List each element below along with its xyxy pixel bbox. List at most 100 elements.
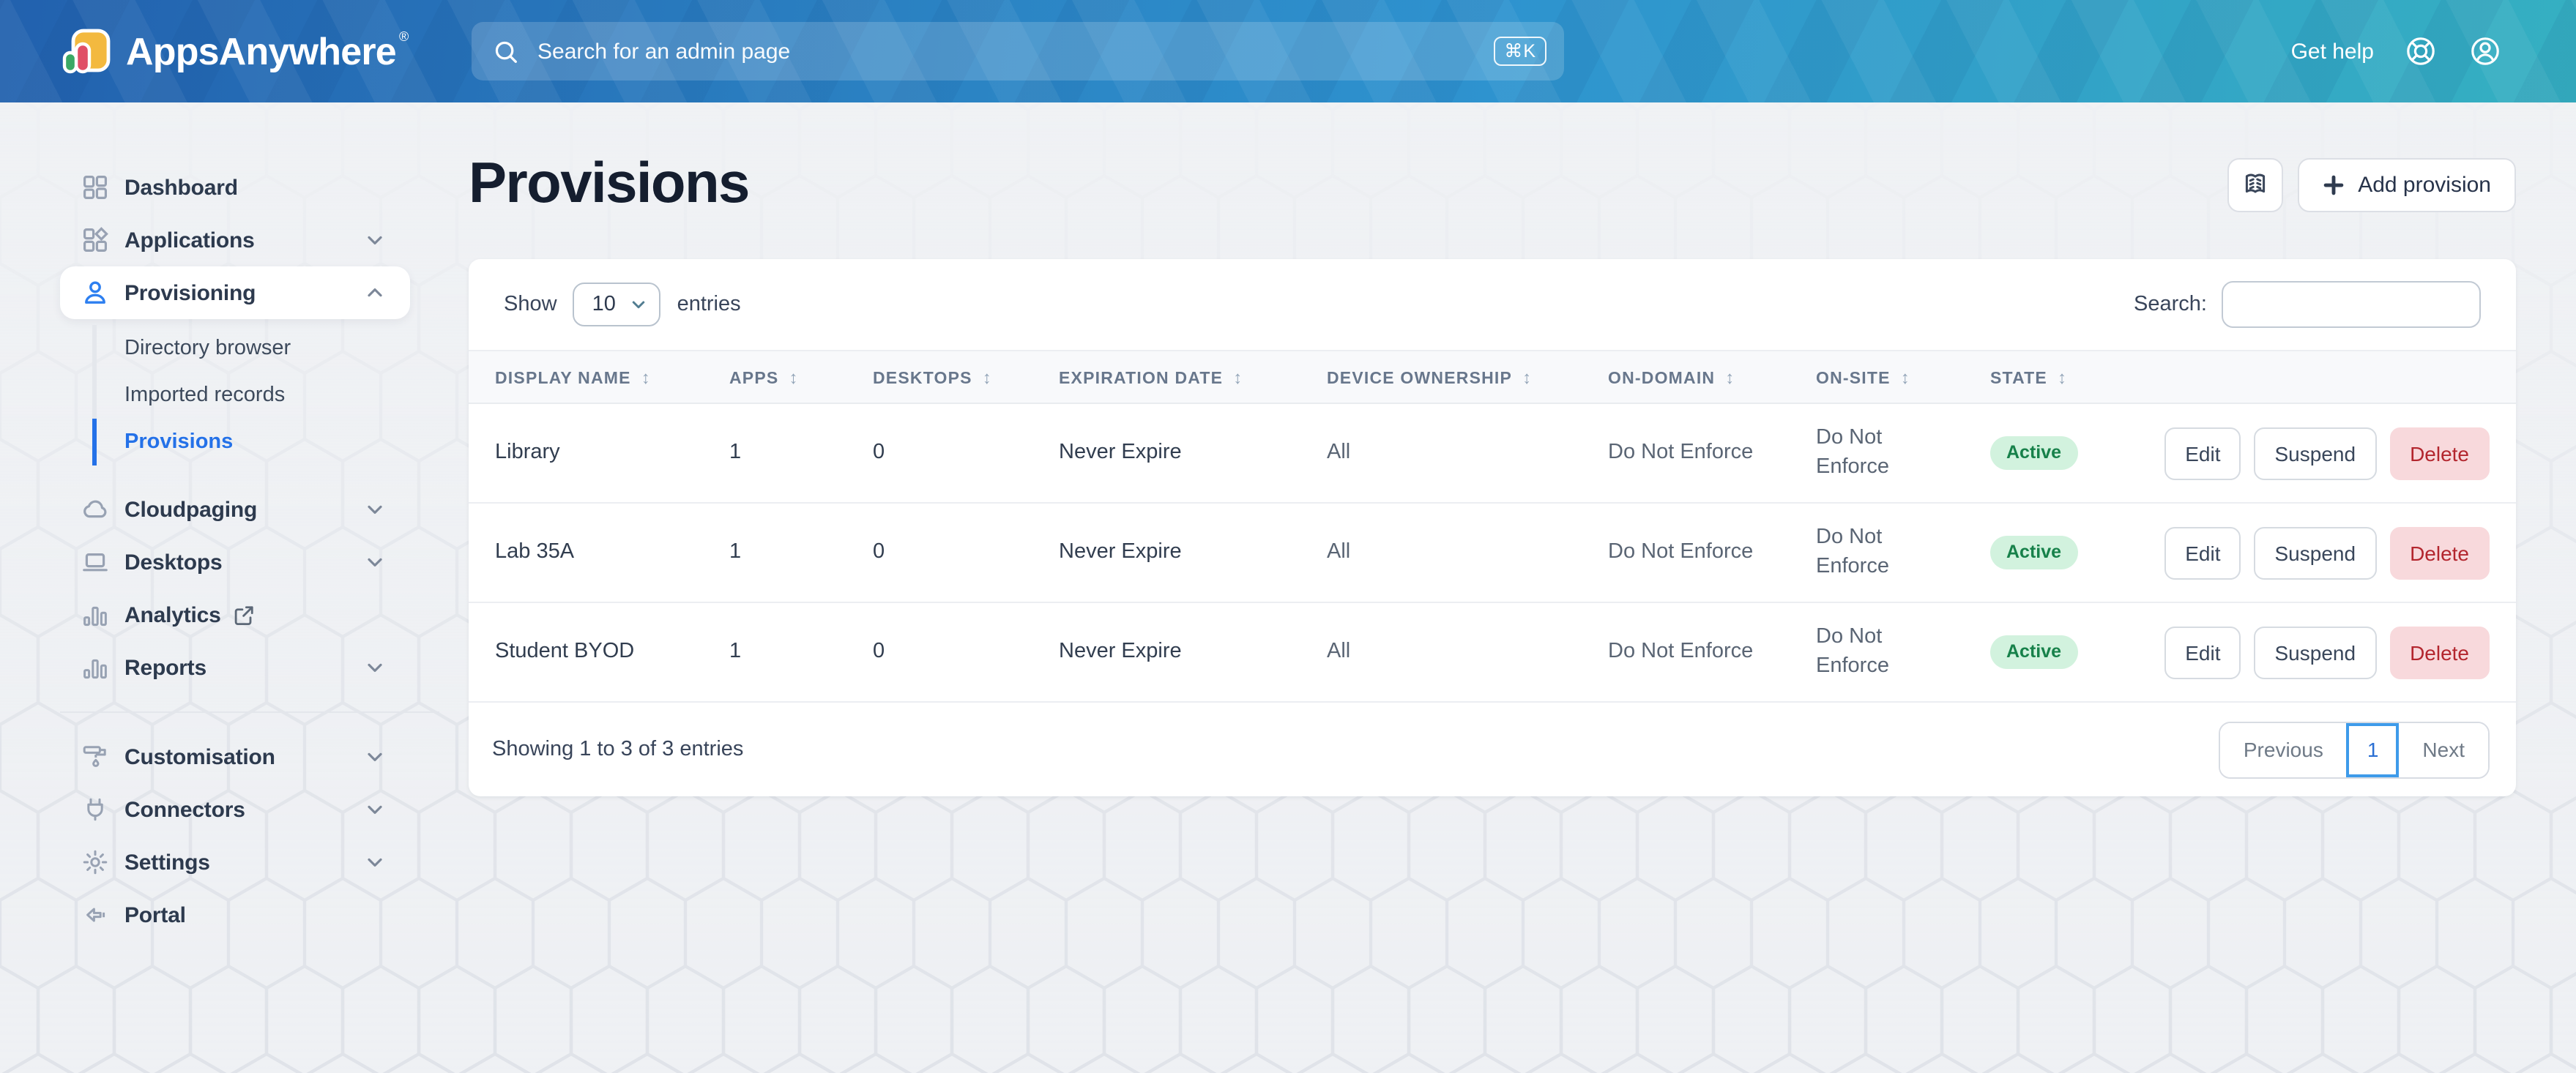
table-row: Student BYOD 1 0 Never Expire All Do Not… (469, 602, 2516, 702)
sidebar-item-customisation[interactable]: Customisation (60, 730, 410, 783)
sort-icon: ↕ (789, 367, 798, 387)
sidebar-item-settings[interactable]: Settings (60, 836, 410, 889)
col-expiration-date[interactable]: Expiration Date↕ (1035, 351, 1303, 403)
sidebar-item-directory-browser[interactable]: Directory browser (92, 325, 469, 372)
col-desktops[interactable]: Desktops↕ (849, 351, 1035, 403)
col-on-site[interactable]: On-Site↕ (1793, 351, 1967, 403)
portal-exit-icon (81, 900, 110, 930)
delete-button[interactable]: Delete (2389, 427, 2490, 479)
delete-button[interactable]: Delete (2389, 526, 2490, 579)
book-icon (2241, 170, 2270, 199)
cell-desktops: 0 (849, 602, 1035, 702)
cell-display-name: Lab 35A (469, 503, 706, 602)
cell-expiration: Never Expire (1035, 602, 1303, 702)
plug-icon (81, 795, 110, 824)
sidebar-item-imported-records[interactable]: Imported records (92, 372, 469, 419)
sidebar-item-cloudpaging[interactable]: Cloudpaging (60, 483, 410, 536)
sort-icon: ↕ (641, 367, 651, 387)
cell-expiration: Never Expire (1035, 503, 1303, 602)
plus-icon (2323, 173, 2345, 195)
sidebar-item-analytics[interactable]: Analytics (60, 588, 410, 641)
suspend-button[interactable]: Suspend (2255, 526, 2377, 579)
page-title: Provisions (469, 152, 749, 217)
show-label: Show (504, 293, 557, 316)
col-device-ownership[interactable]: Device Ownership↕ (1303, 351, 1585, 403)
dashboard-icon (81, 173, 110, 202)
top-header: AppsAnywhere ® ⌘K Get help (0, 0, 2576, 102)
delete-button[interactable]: Delete (2389, 626, 2490, 678)
account-icon[interactable] (2468, 34, 2503, 69)
edit-button[interactable]: Edit (2164, 626, 2241, 678)
sidebar-item-provisions[interactable]: Provisions (92, 419, 469, 466)
cell-device-ownership: All (1303, 403, 1585, 503)
cell-actions: Edit Suspend Delete (2126, 503, 2516, 602)
suspend-button[interactable]: Suspend (2255, 427, 2377, 479)
col-on-domain[interactable]: On-Domain↕ (1585, 351, 1793, 403)
pagination: Previous 1 Next (2219, 721, 2490, 778)
get-help-link[interactable]: Get help (2291, 39, 2374, 64)
brand[interactable]: AppsAnywhere ® (62, 26, 409, 76)
cell-expiration: Never Expire (1035, 403, 1303, 503)
external-link-icon (233, 604, 255, 626)
table-search-input[interactable] (2222, 281, 2481, 328)
edit-button[interactable]: Edit (2164, 526, 2241, 579)
next-page-button[interactable]: Next (2399, 722, 2488, 777)
cell-apps: 1 (706, 602, 849, 702)
sort-icon: ↕ (1901, 367, 1910, 387)
sidebar-item-reports[interactable]: Reports (60, 641, 410, 694)
sidebar-item-desktops[interactable]: Desktops (60, 536, 410, 588)
sidebar-item-connectors[interactable]: Connectors (60, 783, 410, 836)
edit-button[interactable]: Edit (2164, 427, 2241, 479)
brand-name: AppsAnywhere (126, 26, 396, 76)
sidebar-item-dashboard[interactable]: Dashboard (60, 161, 410, 214)
status-badge: Active (1990, 636, 2077, 669)
paint-roller-icon (81, 742, 110, 771)
chevron-down-icon (363, 656, 387, 679)
cell-on-domain: Do Not Enforce (1585, 503, 1793, 602)
sort-icon: ↕ (2058, 367, 2067, 387)
cell-state: Active (1967, 503, 2126, 602)
gear-icon (81, 848, 110, 877)
previous-page-button[interactable]: Previous (2220, 722, 2347, 777)
chevron-down-icon (363, 498, 387, 521)
current-page-button[interactable]: 1 (2347, 722, 2400, 777)
cell-actions: Edit Suspend Delete (2126, 602, 2516, 702)
admin-search-input[interactable] (535, 37, 1494, 65)
entries-summary: Showing 1 to 3 of 3 entries (492, 738, 743, 761)
col-display-name[interactable]: Display Name↕ (469, 351, 706, 403)
table-row: Library 1 0 Never Expire All Do Not Enfo… (469, 403, 2516, 503)
sort-icon: ↕ (1522, 367, 1532, 387)
chevron-down-icon (363, 228, 387, 252)
bar-chart-icon (81, 653, 110, 682)
shortcut-badge: ⌘K (1494, 37, 1546, 67)
provisions-table: Display Name↕ Apps↕ Desktops↕ Expiration… (469, 350, 2516, 703)
help-icon[interactable] (2403, 34, 2438, 69)
entries-label: entries (677, 293, 741, 316)
docs-button[interactable] (2227, 157, 2283, 212)
suspend-button[interactable]: Suspend (2255, 626, 2377, 678)
appsanywhere-logo-icon (62, 26, 111, 76)
col-state[interactable]: State↕ (1967, 351, 2126, 403)
cell-state: Active (1967, 403, 2126, 503)
chevron-down-icon (363, 798, 387, 821)
applications-icon (81, 225, 110, 255)
add-provision-button[interactable]: Add provision (2298, 157, 2516, 212)
cloud-icon (81, 495, 110, 524)
cell-state: Active (1967, 602, 2126, 702)
registered-mark: ® (399, 29, 409, 44)
cell-on-domain: Do Not Enforce (1585, 403, 1793, 503)
sidebar-item-portal[interactable]: Portal (60, 889, 410, 941)
sidebar-item-provisioning[interactable]: Provisioning (60, 266, 410, 319)
search-icon (492, 37, 520, 65)
sidebar-item-applications[interactable]: Applications (60, 214, 410, 266)
cell-display-name: Student BYOD (469, 602, 706, 702)
sort-icon: ↕ (1725, 367, 1735, 387)
sort-icon: ↕ (1233, 367, 1243, 387)
table-search-label: Search: (2134, 293, 2207, 316)
admin-search[interactable]: ⌘K (472, 22, 1564, 81)
chevron-down-icon (630, 296, 648, 313)
page-size-select[interactable]: 10 (573, 283, 661, 326)
table-header-row: Display Name↕ Apps↕ Desktops↕ Expiration… (469, 351, 2516, 403)
col-apps[interactable]: Apps↕ (706, 351, 849, 403)
app-root: AppsAnywhere ® ⌘K Get help (0, 0, 2576, 1073)
